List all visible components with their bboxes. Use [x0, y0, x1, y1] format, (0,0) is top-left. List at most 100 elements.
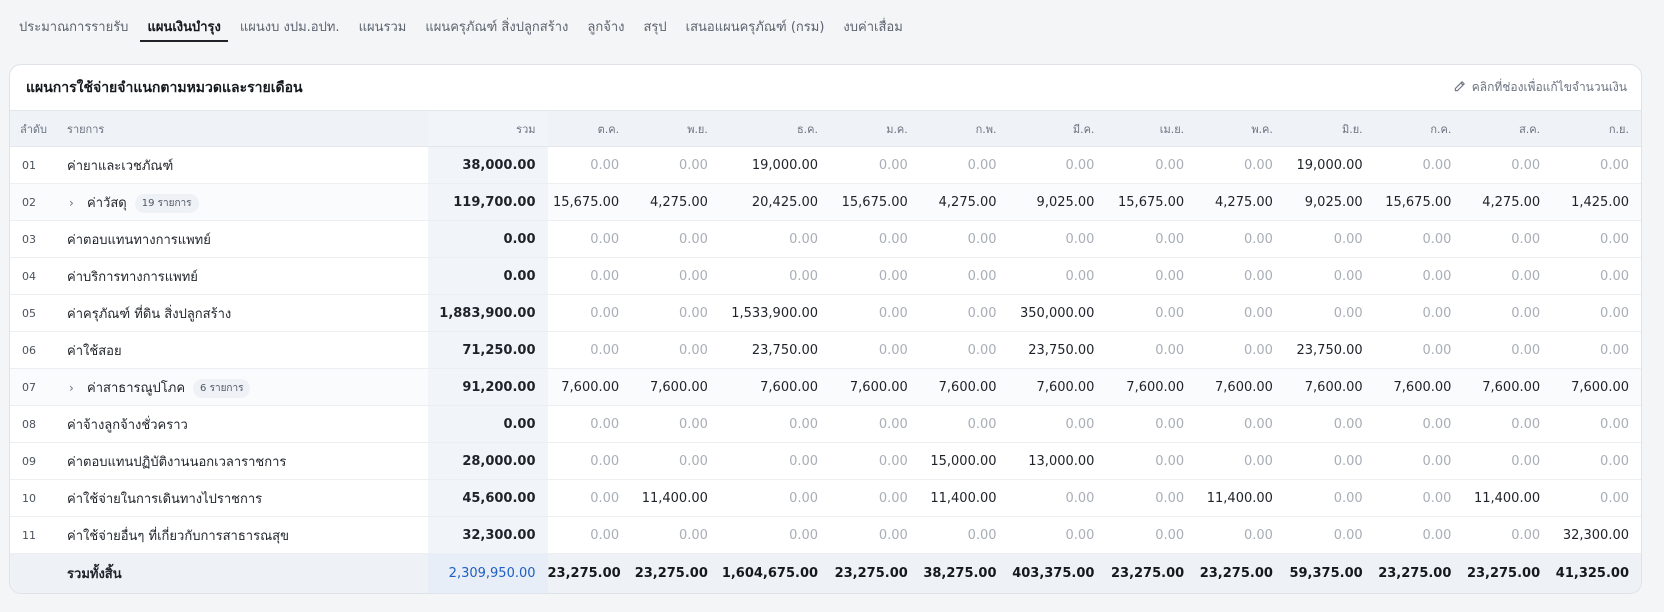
month-amount-cell[interactable]: 7,600.00 [1463, 369, 1552, 406]
month-amount-cell[interactable]: 0.00 [548, 480, 632, 517]
month-amount-cell[interactable]: 0.00 [631, 147, 720, 184]
month-amount-cell[interactable]: 0.00 [1106, 480, 1196, 517]
month-amount-cell[interactable]: 0.00 [1009, 221, 1107, 258]
month-amount-cell[interactable]: 7,600.00 [720, 369, 830, 406]
month-amount-cell[interactable]: 0.00 [1552, 406, 1641, 443]
month-amount-cell[interactable]: 0.00 [631, 295, 720, 332]
month-amount-cell[interactable]: 0.00 [631, 406, 720, 443]
month-amount-cell[interactable]: 0.00 [920, 332, 1009, 369]
month-amount-cell[interactable]: 9,025.00 [1009, 184, 1107, 221]
month-amount-cell[interactable]: 0.00 [1552, 480, 1641, 517]
month-amount-cell[interactable]: 0.00 [1285, 406, 1375, 443]
month-amount-cell[interactable]: 0.00 [1106, 221, 1196, 258]
month-amount-cell[interactable]: 0.00 [830, 517, 920, 554]
tab-8[interactable]: เสนอแผนครุภัณฑ์ (กรม) [679, 10, 832, 42]
month-amount-cell[interactable]: 7,600.00 [1009, 369, 1107, 406]
month-amount-cell[interactable]: 0.00 [1463, 221, 1552, 258]
month-amount-cell[interactable]: 0.00 [830, 443, 920, 480]
month-amount-cell[interactable]: 0.00 [631, 443, 720, 480]
month-amount-cell[interactable]: 0.00 [720, 258, 830, 295]
month-amount-cell[interactable]: 0.00 [631, 258, 720, 295]
month-amount-cell[interactable]: 0.00 [1106, 332, 1196, 369]
month-amount-cell[interactable]: 0.00 [1285, 480, 1375, 517]
month-amount-cell[interactable]: 0.00 [631, 332, 720, 369]
month-amount-cell[interactable]: 0.00 [1196, 406, 1285, 443]
month-amount-cell[interactable]: 23,750.00 [720, 332, 830, 369]
tab-2[interactable]: แผนเงินบำรุง [140, 10, 229, 42]
month-amount-cell[interactable]: 0.00 [1375, 480, 1464, 517]
month-amount-cell[interactable]: 0.00 [1463, 332, 1552, 369]
month-amount-cell[interactable]: 1,425.00 [1552, 184, 1641, 221]
chevron-right-icon[interactable]: › [69, 196, 87, 210]
month-amount-cell[interactable]: 32,300.00 [1552, 517, 1641, 554]
month-amount-cell[interactable]: 11,400.00 [1463, 480, 1552, 517]
month-amount-cell[interactable]: 0.00 [720, 221, 830, 258]
tab-3[interactable]: แผนงบ งปม.อปท. [233, 10, 347, 42]
tab-4[interactable]: แผนรวม [352, 10, 414, 42]
month-amount-cell[interactable]: 0.00 [1285, 295, 1375, 332]
month-amount-cell[interactable]: 11,400.00 [1196, 480, 1285, 517]
month-amount-cell[interactable]: 0.00 [1196, 258, 1285, 295]
month-amount-cell[interactable]: 0.00 [1009, 147, 1107, 184]
month-amount-cell[interactable]: 0.00 [1196, 147, 1285, 184]
month-amount-cell[interactable]: 15,675.00 [1375, 184, 1464, 221]
month-amount-cell[interactable]: 350,000.00 [1009, 295, 1107, 332]
month-amount-cell[interactable]: 0.00 [1285, 221, 1375, 258]
month-amount-cell[interactable]: 0.00 [830, 332, 920, 369]
month-amount-cell[interactable]: 23,750.00 [1009, 332, 1107, 369]
month-amount-cell[interactable]: 0.00 [720, 443, 830, 480]
month-amount-cell[interactable]: 0.00 [631, 517, 720, 554]
month-amount-cell[interactable]: 0.00 [720, 480, 830, 517]
month-amount-cell[interactable]: 0.00 [830, 480, 920, 517]
month-amount-cell[interactable]: 0.00 [830, 295, 920, 332]
month-amount-cell[interactable]: 0.00 [1196, 517, 1285, 554]
month-amount-cell[interactable]: 7,600.00 [1375, 369, 1464, 406]
month-amount-cell[interactable]: 0.00 [1375, 406, 1464, 443]
month-amount-cell[interactable]: 0.00 [1463, 295, 1552, 332]
month-amount-cell[interactable]: 0.00 [1106, 258, 1196, 295]
month-amount-cell[interactable]: 0.00 [720, 406, 830, 443]
month-amount-cell[interactable]: 20,425.00 [720, 184, 830, 221]
month-amount-cell[interactable]: 0.00 [1106, 295, 1196, 332]
row-name-cell[interactable]: › ค่าวัสดุ 19 รายการ [63, 184, 428, 221]
month-amount-cell[interactable]: 7,600.00 [631, 369, 720, 406]
month-amount-cell[interactable]: 0.00 [1009, 406, 1107, 443]
month-amount-cell[interactable]: 0.00 [1463, 147, 1552, 184]
tab-9[interactable]: งบค่าเสื่อม [836, 10, 909, 42]
month-amount-cell[interactable]: 0.00 [1375, 332, 1464, 369]
month-amount-cell[interactable]: 0.00 [1463, 406, 1552, 443]
month-amount-cell[interactable]: 0.00 [1009, 258, 1107, 295]
month-amount-cell[interactable]: 0.00 [1375, 295, 1464, 332]
month-amount-cell[interactable]: 0.00 [1552, 221, 1641, 258]
month-amount-cell[interactable]: 0.00 [1463, 443, 1552, 480]
month-amount-cell[interactable]: 0.00 [1106, 517, 1196, 554]
row-name-cell[interactable]: › ค่าสาธารณูปโภค 6 รายการ [63, 369, 428, 406]
month-amount-cell[interactable]: 0.00 [1196, 332, 1285, 369]
month-amount-cell[interactable]: 0.00 [830, 147, 920, 184]
tab-5[interactable]: แผนครุภัณฑ์ สิ่งปลูกสร้าง [418, 10, 575, 42]
month-amount-cell[interactable]: 0.00 [631, 221, 720, 258]
month-amount-cell[interactable]: 0.00 [1375, 443, 1464, 480]
month-amount-cell[interactable]: 0.00 [1375, 221, 1464, 258]
month-amount-cell[interactable]: 4,275.00 [920, 184, 1009, 221]
month-amount-cell[interactable]: 0.00 [1106, 406, 1196, 443]
month-amount-cell[interactable]: 19,000.00 [720, 147, 830, 184]
month-amount-cell[interactable]: 0.00 [920, 147, 1009, 184]
tab-1[interactable]: ประมาณการรายรับ [12, 10, 135, 42]
month-amount-cell[interactable]: 0.00 [1463, 517, 1552, 554]
month-amount-cell[interactable]: 0.00 [548, 332, 632, 369]
month-amount-cell[interactable]: 7,600.00 [920, 369, 1009, 406]
month-amount-cell[interactable]: 0.00 [548, 295, 632, 332]
month-amount-cell[interactable]: 0.00 [1552, 332, 1641, 369]
month-amount-cell[interactable]: 0.00 [1375, 517, 1464, 554]
month-amount-cell[interactable]: 7,600.00 [1285, 369, 1375, 406]
chevron-right-icon[interactable]: › [69, 381, 87, 395]
tab-6[interactable]: ลูกจ้าง [580, 10, 631, 42]
month-amount-cell[interactable]: 7,600.00 [1552, 369, 1641, 406]
month-amount-cell[interactable]: 11,400.00 [920, 480, 1009, 517]
month-amount-cell[interactable]: 15,675.00 [548, 184, 632, 221]
month-amount-cell[interactable]: 0.00 [1106, 147, 1196, 184]
month-amount-cell[interactable]: 0.00 [1285, 443, 1375, 480]
month-amount-cell[interactable]: 7,600.00 [1196, 369, 1285, 406]
month-amount-cell[interactable]: 0.00 [1285, 517, 1375, 554]
